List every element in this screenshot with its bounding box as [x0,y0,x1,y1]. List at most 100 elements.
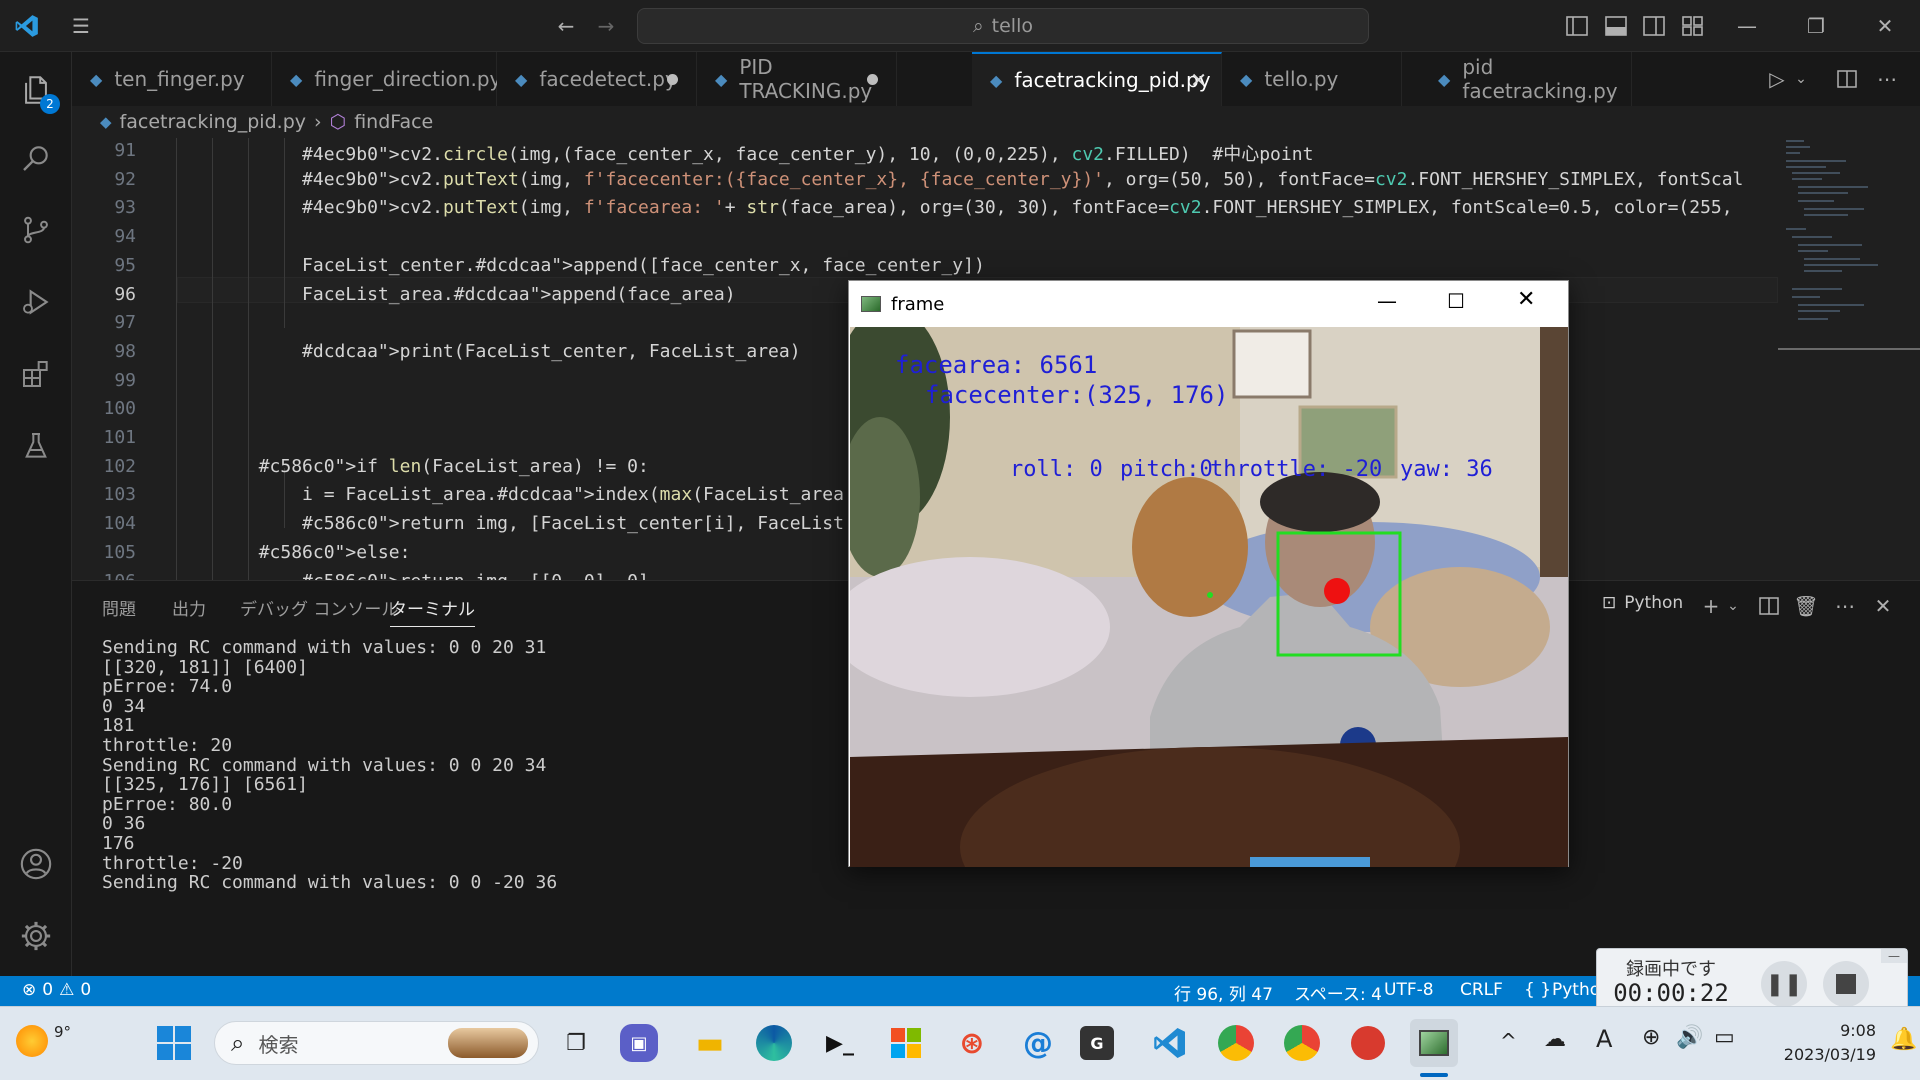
clock-date[interactable]: 2023/03/19 [1756,1045,1876,1064]
code-line: #4ec9b0">cv2.circle(img,(face_center_x, … [302,144,1314,165]
settings-gear-icon[interactable] [14,914,58,958]
notification-bell-icon[interactable]: 🔔 [1890,1027,1917,1052]
run-dropdown-icon[interactable]: ⌄ [1784,62,1818,96]
close-panel-icon[interactable]: ✕ [1866,589,1900,623]
terminal-line: throttle: -20 [102,852,243,874]
syntax-token: #dcdcaa">print [302,340,454,362]
weather-widget[interactable]: 9° [16,1023,71,1057]
syntax-token: #c586c0">else [258,541,400,563]
encoding[interactable]: UTF-8 [1384,980,1434,1000]
terminal-app-icon[interactable]: ▶_ [816,1019,864,1067]
onedrive-cloud-icon[interactable]: ☁ [1544,1027,1566,1052]
restore-icon[interactable]: ❐ [1799,9,1833,43]
yaw-overlay: yaw: 36 [1400,457,1493,482]
recorder-app-icon[interactable] [1344,1019,1392,1067]
terminal-line: pErroe: 74.0 [102,676,233,698]
trash-icon[interactable]: 🗑 [1789,589,1823,623]
source-control-icon[interactable] [14,208,58,252]
clock-time[interactable]: 9:08 [1756,1021,1876,1040]
toggle-primary-sidebar-icon[interactable] [1560,9,1594,43]
support-app-icon[interactable]: ⊛ [948,1019,996,1067]
menu-icon[interactable]: ☰ [64,9,98,43]
tab-pid-tracking[interactable]: ◆ PID TRACKING.py [697,52,897,106]
task-view-icon[interactable]: ❐ [552,1019,600,1067]
start-button[interactable] [150,1019,198,1067]
back-arrow-icon[interactable]: ← [549,9,583,43]
active-app-indicator [1420,1073,1448,1077]
breadcrumb-file[interactable]: facetracking_pid.py [120,111,306,133]
tab-ten-finger[interactable]: ◆ ten_finger.py [72,52,272,106]
command-center-search[interactable]: ⌕ tello [637,8,1369,44]
ime-indicator[interactable]: A [1596,1025,1612,1053]
network-globe-icon[interactable]: ⊕ [1642,1025,1660,1050]
toggle-panel-icon[interactable] [1599,9,1633,43]
chevron-up-icon[interactable]: ^ [1500,1029,1517,1053]
split-terminal-icon[interactable] [1752,589,1786,623]
terminal-dropdown-icon[interactable]: ⌄ [1716,589,1750,623]
more-actions-icon[interactable]: ⋯ [1828,589,1862,623]
cursor-position[interactable]: 行 96, 列 47 [1174,980,1273,1005]
search-icon[interactable] [14,136,58,180]
testing-icon[interactable] [14,424,58,468]
minimize-icon[interactable]: — [1881,949,1907,963]
chrome-browser-icon[interactable] [1212,1019,1260,1067]
pause-button[interactable]: ❚❚ [1761,961,1807,1007]
indentation[interactable]: スペース: 4 [1294,980,1382,1005]
minimize-icon[interactable]: — [1377,289,1397,313]
python-file-icon: ◆ [100,113,112,131]
vscode-taskbar-icon[interactable] [1146,1019,1194,1067]
minimize-icon[interactable]: — [1730,9,1764,43]
frame-window[interactable]: frame — ☐ ✕ facearea: 6561 facecenter:(3… [848,280,1569,867]
tab-output[interactable]: 出力 [172,595,206,620]
battery-icon[interactable]: ▭ [1714,1025,1735,1050]
tab-terminal[interactable]: ターミナル [390,595,475,627]
more-actions-icon[interactable]: ⋯ [1870,62,1904,96]
tab-finger-direction[interactable]: ◆ finger_direction.py [272,52,501,106]
tab-problems[interactable]: 問題 [102,595,136,620]
split-editor-icon[interactable] [1830,62,1864,96]
facearea-overlay: facearea: 6561 [895,351,1098,379]
edge-browser-icon[interactable] [750,1019,798,1067]
line-number: 103 [103,484,136,506]
line-number: 94 [114,226,136,248]
tab-facedetect[interactable]: ◆ facedetect.py [497,52,697,106]
syntax-token: putText [442,168,519,190]
frame-window-taskbar-icon[interactable] [1410,1019,1458,1067]
tab-facetracking-pid[interactable]: ◆ facetracking_pid.py ✕ [972,52,1222,106]
teams-chat-icon[interactable]: ▣ [620,1024,658,1062]
breadcrumb-symbol[interactable]: findFace [354,111,433,133]
close-icon[interactable]: ✕ [1868,9,1902,43]
account-icon[interactable] [14,842,58,886]
tab-tello[interactable]: ◆ tello.py [1222,52,1402,106]
minimap[interactable] [1778,138,1920,580]
line-ending[interactable]: CRLF [1460,980,1503,1000]
volume-icon[interactable]: 🔊 [1676,1025,1703,1050]
file-explorer-icon[interactable]: ▬ [686,1019,734,1067]
terminal-line: Sending RC command with values: 0 0 20 3… [102,637,547,658]
forward-arrow-icon[interactable]: → [589,9,623,43]
maximize-icon[interactable]: ☐ [1447,289,1465,313]
tab-pid-facetracking[interactable]: ◆ pid facetracking.py [1402,52,1632,106]
toggle-secondary-sidebar-icon[interactable] [1637,9,1671,43]
terminal-profile[interactable]: ⊡ Python [1602,593,1683,613]
vscode-logo-icon[interactable] [10,9,44,43]
problems-status[interactable]: ⊗ 0 ⚠ 0 [22,980,91,1000]
run-debug-icon[interactable] [14,280,58,324]
language-mode[interactable]: Pytho [1552,980,1600,1000]
taskbar-search-box[interactable]: ⌕ 検索 [214,1021,539,1065]
stop-button[interactable] [1823,961,1869,1007]
tab-close-icon[interactable]: ✕ [1190,68,1207,92]
frame-titlebar[interactable]: frame — ☐ ✕ [849,281,1568,327]
chrome-profile-icon[interactable] [1278,1019,1326,1067]
g-app-icon[interactable]: G [1080,1026,1114,1060]
explorer-icon[interactable]: 2 [14,68,60,114]
close-icon[interactable]: ✕ [1517,287,1535,312]
terminal-line: [[325, 176]] [6561] [102,774,308,796]
customize-layout-icon[interactable] [1676,9,1710,43]
extensions-icon[interactable] [14,352,58,396]
microsoft-store-icon[interactable] [882,1019,930,1067]
tab-label: finger_direction.py [314,67,502,91]
tab-debug-console[interactable]: デバッグ コンソール [240,595,398,620]
python-file-icon: ◆ [1240,69,1253,89]
mail-menu-app-icon[interactable]: @ [1014,1019,1062,1067]
